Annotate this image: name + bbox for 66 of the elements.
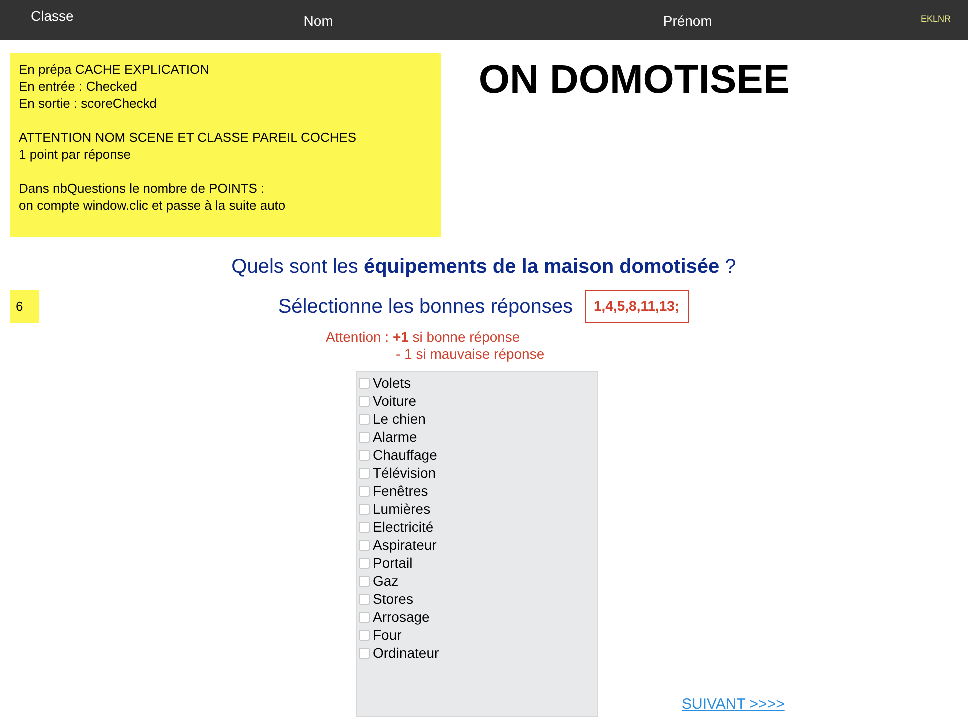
checkbox[interactable] [359, 522, 370, 532]
option-label: Four [373, 626, 402, 644]
note-line: En prépa CACHE EXPLICATION [19, 61, 210, 78]
checkbox[interactable] [359, 540, 370, 550]
option-label: Arrosage [373, 608, 430, 627]
warning-text: Attention : +1 si bonne réponse [326, 329, 520, 346]
checkbox[interactable] [359, 576, 370, 586]
checkbox[interactable] [359, 396, 370, 406]
option-checkbox[interactable]: Four [359, 626, 597, 644]
checkbox[interactable] [359, 612, 370, 622]
checkbox[interactable] [359, 630, 370, 640]
option-checkbox[interactable]: Volets [359, 374, 597, 392]
option-checkbox[interactable]: Gaz [359, 572, 597, 590]
option-checkbox[interactable]: Arrosage [359, 608, 597, 626]
checkbox[interactable] [359, 594, 370, 604]
checkbox[interactable] [359, 468, 370, 478]
checkbox[interactable] [359, 378, 370, 388]
checkbox[interactable] [359, 432, 370, 442]
option-label: Gaz [373, 572, 399, 590]
option-label: Lumières [373, 500, 431, 518]
warning-text: - 1 si mauvaise réponse [396, 346, 545, 363]
option-checkbox[interactable]: Stores [359, 590, 597, 608]
note-line: 1 point par réponse [19, 146, 132, 163]
checkbox[interactable] [359, 414, 370, 424]
option-label: Electricité [373, 518, 434, 536]
option-label: Aspirateur [373, 536, 437, 555]
option-label: Alarme [373, 428, 418, 446]
checkbox[interactable] [359, 558, 370, 568]
checkbox[interactable] [359, 486, 370, 496]
column-heading: Nom [304, 12, 334, 31]
option-checkbox[interactable]: Télévision [359, 464, 597, 482]
option-checkbox[interactable]: Aspirateur [359, 536, 597, 554]
answer-key-box: 1,4,5,8,11,13; [585, 290, 689, 323]
option-label: Stores [373, 590, 414, 608]
option-checkbox[interactable]: Voiture [359, 392, 597, 410]
note-line: Dans nbQuestions le nombre de POINTS : [19, 180, 266, 197]
option-checkbox[interactable]: Ordinateur [359, 644, 597, 662]
option-label: Portail [373, 554, 413, 572]
option-checkbox[interactable]: Electricité [359, 518, 597, 536]
points-box: 6 [10, 290, 39, 323]
note-line: En sortie : scoreCheckd [19, 95, 158, 112]
option-label: Voiture [373, 392, 417, 410]
column-heading: Classe [31, 7, 74, 26]
note-line: ATTENTION NOM SCENE ET CLASSE PAREIL COCHES [19, 129, 358, 146]
option-checkbox[interactable]: Le chien [359, 410, 597, 428]
option-checkbox[interactable]: Portail [359, 554, 597, 572]
question-text: Quels sont les équipements de la maison domotisée ? [232, 255, 736, 280]
option-label: Chauffage [373, 446, 438, 465]
option-label: Volets [373, 374, 412, 392]
option-label: Le chien [373, 410, 426, 428]
column-heading: Prénom [663, 12, 712, 31]
option-label: Ordinateur [373, 644, 440, 662]
page-title: ON DOMOTISEE [478, 58, 790, 102]
option-label: Télévision [373, 464, 436, 482]
option-label: Fenêtres [373, 482, 428, 500]
option-checkbox[interactable]: Alarme [359, 428, 597, 446]
option-checkbox[interactable]: Fenêtres [359, 482, 597, 500]
option-checkbox[interactable]: Lumières [359, 500, 597, 518]
checkbox[interactable] [359, 648, 370, 658]
instruction-text: Sélectionne les bonnes réponses [278, 294, 573, 320]
option-checkbox[interactable]: Chauffage [359, 446, 597, 464]
checkbox[interactable] [359, 450, 370, 460]
note-line: En entrée : Checked [19, 78, 139, 95]
checkbox[interactable] [359, 504, 370, 514]
user-code: EKLNR [920, 13, 951, 26]
note-line: on compte window.clic et passe à la suite auto [19, 197, 287, 214]
